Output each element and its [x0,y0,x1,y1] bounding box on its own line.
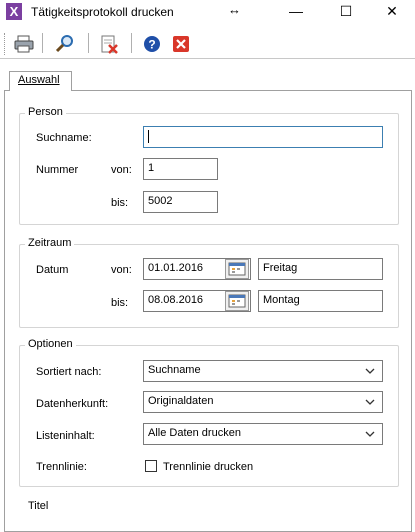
sortiert-value: Suchname [148,364,201,376]
toolbar-separator [88,33,89,53]
datum-bis-label: bis: [111,297,129,309]
inhalt-label: Listeninhalt: [36,430,95,442]
toolbar-separator [42,33,43,53]
chevron-down-icon [365,368,375,374]
close-dialog-button[interactable] [170,33,192,55]
print-button[interactable] [13,33,35,55]
datum-von-calendar-button[interactable] [225,259,249,279]
toolbar-separator [131,33,132,53]
export-button[interactable] [98,33,120,55]
group-titel-title: Titel [25,500,52,512]
trennlinie-label: Trennlinie: [36,461,87,473]
window-title: Tätigkeitsprotokoll drucken [31,5,174,19]
chevron-down-icon [365,431,375,437]
tab-auswahl-label: Auswahl [18,74,60,86]
herkunft-value: Originaldaten [148,395,214,407]
app-icon: X [6,3,22,20]
suchname-label: Suchname: [36,132,92,144]
help-button[interactable]: ? [141,33,163,55]
group-zeitraum [19,244,399,328]
chevron-down-icon [365,399,375,405]
inhalt-value: Alle Daten drucken [148,427,241,439]
trennlinie-checkbox-label[interactable]: Trennlinie drucken [163,461,253,473]
search-icon [55,35,73,53]
datum-von-label: von: [111,264,132,276]
calendar-icon [228,294,246,308]
herkunft-label: Datenherkunft: [36,398,109,410]
datum-bis-value: 08.08.2016 [148,294,204,306]
datum-bis-calendar-button[interactable] [225,291,249,311]
datum-von-value: 01.01.2016 [148,262,204,274]
datum-von-weekday: Freitag [258,258,383,280]
nummer-von-label: von: [111,164,132,176]
datum-bis-weekday: Montag [258,290,383,312]
export-icon [101,35,118,54]
inhalt-select[interactable]: Alle Daten drucken [143,423,383,445]
calendar-icon [228,262,246,276]
suchname-input[interactable] [143,126,383,148]
group-zeitraum-title: Zeitraum [25,237,75,249]
preview-button[interactable] [54,33,76,55]
svg-text:?: ? [148,38,155,52]
group-optionen-title: Optionen [25,338,76,350]
nummer-label: Nummer [36,164,79,176]
group-person-title: Person [25,106,66,118]
close-window-button[interactable]: ✕ [372,0,412,24]
minimize-button[interactable]: — [276,0,316,24]
maximize-button[interactable]: ☐ [326,0,366,24]
sortiert-select[interactable]: Suchname [143,360,383,382]
toolbar-grip[interactable] [4,33,7,55]
nummer-von-input[interactable]: 1 [143,158,218,180]
resize-cursor-icon: ↔ [228,2,241,17]
text-cursor [148,130,149,143]
nummer-bis-input[interactable]: 5002 [143,191,218,213]
herkunft-select[interactable]: Originaldaten [143,391,383,413]
sortiert-label: Sortiert nach: [36,366,102,378]
nummer-bis-label: bis: [111,197,129,209]
help-icon: ? [144,36,160,52]
datum-label: Datum [36,264,69,276]
printer-icon [14,35,34,53]
trennlinie-checkbox[interactable] [145,460,157,472]
close-icon [173,36,189,52]
